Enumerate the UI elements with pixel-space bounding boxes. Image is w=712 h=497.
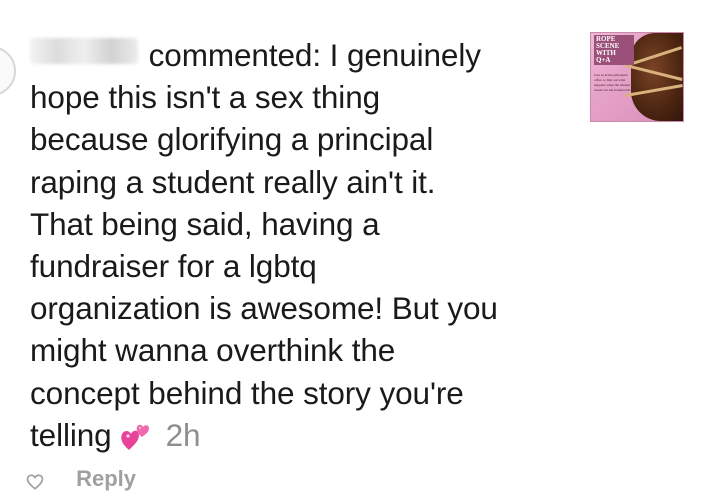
comment-line: concept behind the story you're [30, 374, 464, 411]
two-hearts-icon [120, 420, 154, 462]
avatar[interactable] [0, 46, 16, 96]
comment-line: might wanna overthink the [30, 332, 396, 369]
comment-action: commented: [148, 37, 321, 73]
reply-button[interactable]: Reply [76, 466, 136, 491]
comment-actions: Reply [26, 466, 136, 491]
comment-line: organization is awesome! But you [30, 290, 498, 327]
comment-line-1: user commented: I genuinely [30, 34, 590, 76]
comment-text-start: I genuinely [329, 37, 481, 73]
comment-line: because glorifying a principal [30, 121, 434, 158]
post-thumbnail[interactable]: ROPE SCENE WITH Q+A Join us in the princ… [590, 32, 684, 122]
thumbnail-title: ROPE SCENE WITH Q+A [594, 35, 634, 65]
comment-line-end: telling [30, 416, 112, 453]
heart-icon[interactable] [26, 471, 44, 491]
comment-last-line: telling 2h [30, 414, 590, 462]
comment-line: fundraiser for a lgbtq [30, 248, 317, 285]
comment-line: hope this isn't a sex thing [30, 79, 381, 116]
comment-line: That being said, having a [30, 205, 380, 242]
comment-body: user commented: I genuinely hope this is… [30, 34, 590, 462]
comment-line: raping a student really ain't it. [30, 163, 436, 200]
username-redacted[interactable]: user [30, 38, 138, 64]
timestamp: 2h [165, 416, 201, 453]
thumbnail-text: Join us in the principal's office to fin… [594, 73, 631, 92]
